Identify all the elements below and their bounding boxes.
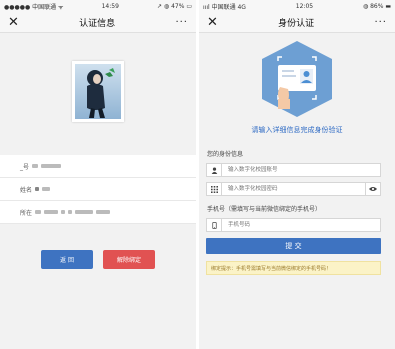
identity-verification-screen: ıııl 中国联通 4G 12:05 ◍ 86% ▬ ✕ 身份认证 ··· 请输… [199,0,395,349]
redacted-value [32,164,39,168]
phone-icon [207,219,222,231]
eye-icon[interactable] [365,183,380,195]
battery-text: ↗ ◍ 47% ▭ [157,3,192,10]
redacted-value [68,210,73,214]
more-icon[interactable]: ··· [175,17,188,28]
page-title: 身份认证 [278,19,315,29]
verify-prompt: 请输入详细信息完成身份验证 [251,126,343,134]
status-bar: ıııl 中国联通 4G 12:05 ◍ 86% ▬ [199,0,395,13]
time-text: 12:05 [295,3,314,10]
avatar-area [0,33,196,150]
user-icon [207,164,222,176]
carrier-text: ●●●●● 中国联通 ᯤ [4,4,64,11]
redacted-value [35,187,40,191]
time-text: 14:59 [101,3,119,10]
id-label: _号 [20,163,30,171]
redacted-value [75,210,94,214]
more-icon[interactable]: ··· [374,17,387,28]
nav-bar: ✕ 身份认证 ··· [199,13,395,33]
submit-button[interactable]: 提 交 [206,238,381,254]
page-title: 认证信息 [79,19,116,29]
redacted-value [61,210,66,214]
redacted-value [44,210,59,214]
carrier-text: ıııl 中国联通 4G [203,4,246,11]
battery-text: ◍ 86% ▬ [362,3,391,10]
info-row-name: 姓名 [0,178,196,201]
redacted-value [42,187,51,191]
certification-info-screen: ●●●●● 中国联通 ᯤ 14:59 ↗ ◍ 47% ▭ ✕ 认证信息 ··· [0,0,196,349]
avatar-photo [75,64,121,119]
unbind-button[interactable]: 解除绑定 [103,250,155,269]
redacted-value [41,164,62,168]
name-label: 姓名 [20,186,33,194]
status-bar: ●●●●● 中国联通 ᯤ 14:59 ↗ ◍ 47% ▭ [0,0,196,13]
phone-section-label: 手机号（需填写与当前微信绑定的手机号） [207,206,322,213]
close-icon[interactable]: ✕ [207,16,218,29]
hero-illustration [199,33,395,125]
redacted-value [96,210,111,214]
binding-tip: 绑定提示：手机号需填写与当前微信绑定的手机号码！ [206,261,381,275]
phone-field [206,218,381,232]
avatar [72,61,124,122]
info-list: _号 姓名 所在 [0,155,196,224]
action-buttons: 返 回 解除绑定 [0,250,196,269]
info-row-location: 所在 [0,201,196,224]
password-field [206,182,381,196]
account-input[interactable] [222,163,380,177]
account-field [206,163,381,177]
back-button[interactable]: 返 回 [41,250,93,269]
info-row-id: _号 [0,155,196,178]
keypad-icon [207,183,222,195]
nav-bar: ✕ 认证信息 ··· [0,13,196,33]
id-card-illustration [262,41,332,117]
identity-section-label: 您的身份信息 [207,151,244,158]
location-label: 所在 [20,209,33,217]
redacted-value [35,210,42,214]
close-icon[interactable]: ✕ [8,16,19,29]
phone-input[interactable] [222,218,380,232]
password-input[interactable] [222,182,365,196]
